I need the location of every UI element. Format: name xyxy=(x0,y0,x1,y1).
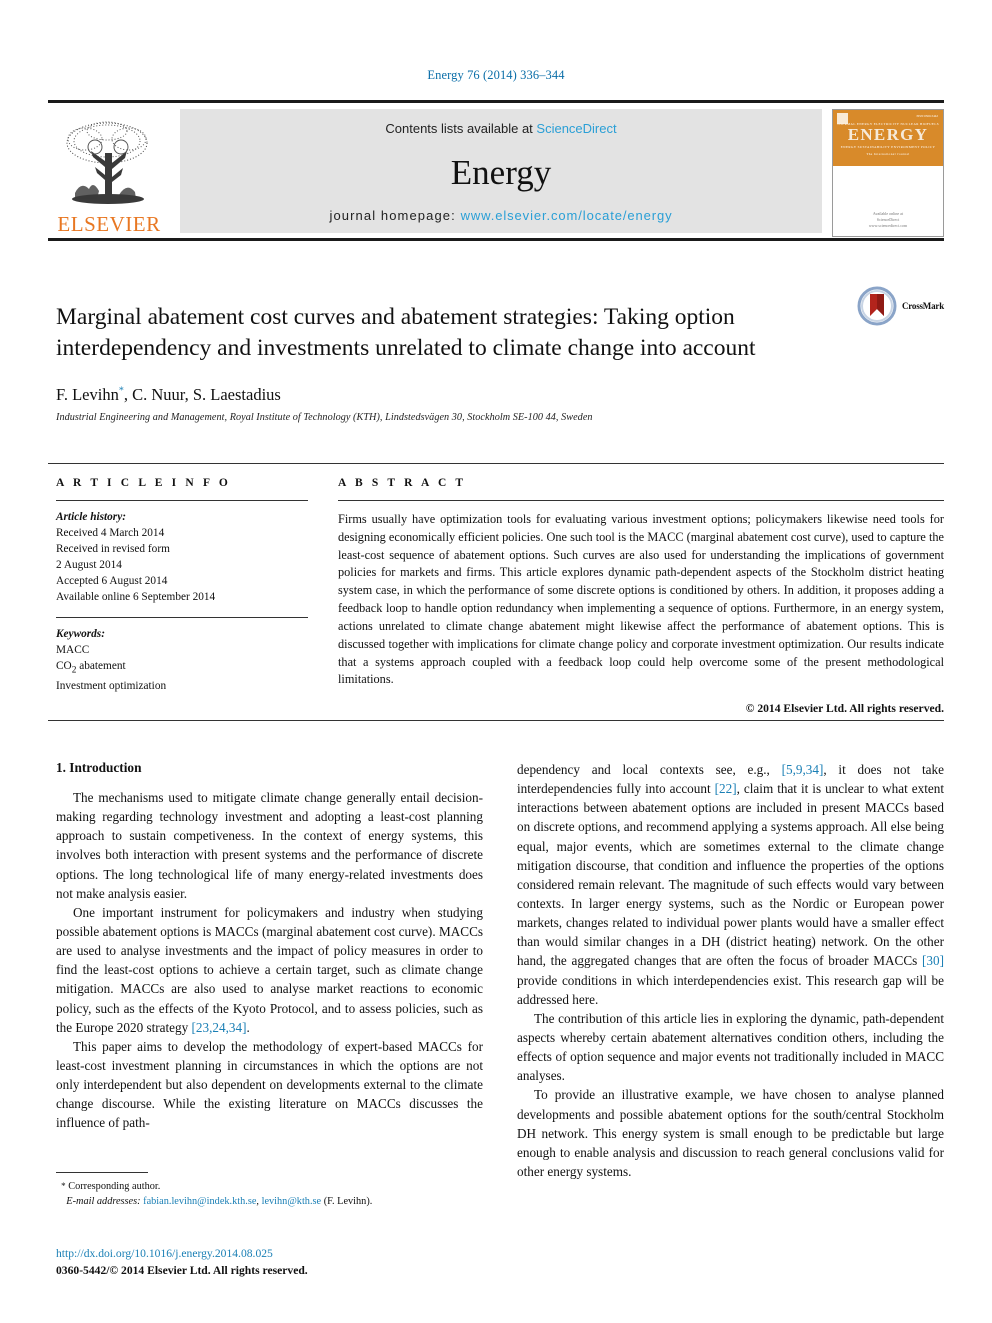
cover-sciencedirect-url: www.sciencedirect.com xyxy=(868,223,908,228)
article-history-label: Article history: xyxy=(56,511,126,523)
article-info-column: A R T I C L E I N F O Article history: R… xyxy=(56,477,308,715)
abstract-bottom-rule xyxy=(48,720,944,721)
author-rest: , C. Nuur, S. Laestadius xyxy=(123,384,281,404)
info-abstract-row: A R T I C L E I N F O Article history: R… xyxy=(56,477,944,715)
paper-page: Energy 76 (2014) 336–344 ELSEVIER Conten… xyxy=(0,0,992,1323)
history-item: Received 4 March 2014 xyxy=(56,527,165,540)
keyword-item: MACC xyxy=(56,644,90,657)
elsevier-tree-icon xyxy=(66,121,148,204)
cover-tagline: The International Journal xyxy=(866,151,910,156)
citation-ref[interactable]: [5,9,34] xyxy=(782,762,824,777)
journal-title: Energy xyxy=(450,152,552,192)
running-head: Energy 76 (2014) 336–344 xyxy=(427,68,565,82)
paragraph: dependency and local contexts see, e.g.,… xyxy=(517,762,945,1007)
journal-banner: ELSEVIER Contents lists available at Sci… xyxy=(48,100,944,237)
cover-title: ENERGY xyxy=(847,125,929,145)
citation-ref[interactable]: [30] xyxy=(922,953,944,968)
abstract-copyright: © 2014 Elsevier Ltd. All rights reserved… xyxy=(745,702,944,716)
paragraph: To provide an illustrative example, we h… xyxy=(517,1087,944,1179)
history-item: Received in revised form xyxy=(56,543,170,556)
article-history: Article history: Received 4 March 2014 R… xyxy=(56,509,308,605)
footnote-area: * Corresponding author. E-mail addresses… xyxy=(56,1172,483,1210)
article-info-heading: A R T I C L E I N F O xyxy=(56,477,231,489)
crossmark-badge[interactable]: CrossMark xyxy=(857,286,944,326)
keywords-block: Keywords: MACC CO2 abatement Investment … xyxy=(56,626,308,694)
journal-homepage-line: journal homepage: www.elsevier.com/locat… xyxy=(329,208,672,223)
crossmark-icon xyxy=(857,286,897,326)
cover-elsevier-mark-icon xyxy=(837,113,848,124)
contents-prefix: Contents lists available at xyxy=(385,121,537,136)
page-title: Marginal abatement cost curves and abate… xyxy=(56,303,756,361)
banner-center: Contents lists available at ScienceDirec… xyxy=(180,109,822,233)
paragraph: One important instrument for policymaker… xyxy=(56,904,483,1035)
cover-issn: ISSN 0360-5442 xyxy=(916,114,938,118)
abstract-column: A B S T R A C T Firms usually have optim… xyxy=(338,477,944,715)
abstract-heading: A B S T R A C T xyxy=(338,477,467,489)
abstract-text: Firms usually have optimization tools fo… xyxy=(338,512,944,687)
keywords-label: Keywords: xyxy=(56,628,105,641)
author-list: F. Levihn*, C. Nuur, S. Laestadius xyxy=(56,385,944,405)
paragraph: This paper aims to develop the methodolo… xyxy=(56,1038,483,1131)
email-label: E-mail addresses: xyxy=(66,1196,141,1208)
info-section-top-rule xyxy=(48,463,944,464)
email-link-1[interactable]: fabian.levihn@indek.kth.se xyxy=(143,1196,256,1207)
cover-masthead: ISSN 0360-5442 THERMAL ENERGY ELECTRICIT… xyxy=(833,110,943,166)
email-note: E-mail addresses: fabian.levihn@indek.kt… xyxy=(56,1194,483,1209)
keywords-divider xyxy=(56,617,308,619)
history-item: 2 August 2014 xyxy=(56,559,122,572)
email-owner: (F. Levihn). xyxy=(323,1196,373,1208)
sciencedirect-link[interactable]: ScienceDirect xyxy=(536,121,616,136)
co2-suffix: abatement xyxy=(76,660,126,673)
title-area: CrossMark Marginal abatement cost curves… xyxy=(56,286,944,423)
keyword-item-co2: CO2 abatement xyxy=(56,658,308,678)
corresponding-marker: * xyxy=(61,1181,66,1191)
co2-prefix: CO xyxy=(56,660,72,673)
section-heading-introduction: 1. Introduction xyxy=(56,760,142,775)
keyword-item: Investment optimization xyxy=(56,679,167,692)
journal-cover-thumbnail: ISSN 0360-5442 THERMAL ENERGY ELECTRICIT… xyxy=(832,109,944,237)
doi-link[interactable]: http://dx.doi.org/10.1016/j.energy.2014.… xyxy=(56,1245,556,1262)
history-item: Accepted 6 August 2014 xyxy=(56,575,168,588)
crossmark-label: CrossMark xyxy=(901,301,944,311)
elsevier-logo: ELSEVIER xyxy=(48,109,170,237)
email-link-2[interactable]: levihn@kth.se xyxy=(262,1196,322,1207)
article-info-divider xyxy=(56,500,308,501)
body-columns: 1. Introduction The mechanisms used to m… xyxy=(56,760,944,1181)
corresponding-text: Corresponding author. xyxy=(68,1181,161,1192)
paragraph: The mechanisms used to mitigate climate … xyxy=(56,790,483,901)
citation-ref[interactable]: [23,24,34] xyxy=(192,1020,247,1035)
paragraph: The contribution of this article lies in… xyxy=(517,1010,944,1084)
issn-copyright-line: 0360-5442/© 2014 Elsevier Ltd. All right… xyxy=(56,1264,308,1278)
banner-bottom-rule xyxy=(48,238,944,241)
affiliation: Industrial Engineering and Management, R… xyxy=(56,411,593,423)
journal-homepage-link[interactable]: www.elsevier.com/locate/energy xyxy=(461,208,673,223)
history-item: Available online 6 September 2014 xyxy=(56,591,216,604)
doi-block: http://dx.doi.org/10.1016/j.energy.2014.… xyxy=(56,1245,556,1280)
elsevier-wordmark: ELSEVIER xyxy=(57,212,161,236)
body-column-left: 1. Introduction The mechanisms used to m… xyxy=(56,760,483,1181)
cover-topics-bottom: ENERGY SUSTAINABILITY ENVIRONMENT POLICY xyxy=(840,145,936,150)
contents-available-line: Contents lists available at ScienceDirec… xyxy=(385,121,616,136)
citation-ref[interactable]: [22] xyxy=(715,781,737,796)
abstract-divider xyxy=(338,500,944,501)
cover-footer: Available online at ScienceDirect www.sc… xyxy=(833,166,943,236)
footnote-rule xyxy=(56,1172,148,1173)
corresponding-author-note: * Corresponding author. xyxy=(56,1179,483,1194)
body-column-right: dependency and local contexts see, e.g.,… xyxy=(517,760,944,1181)
author-first: F. Levihn xyxy=(56,384,119,404)
homepage-prefix: journal homepage: xyxy=(329,208,461,223)
